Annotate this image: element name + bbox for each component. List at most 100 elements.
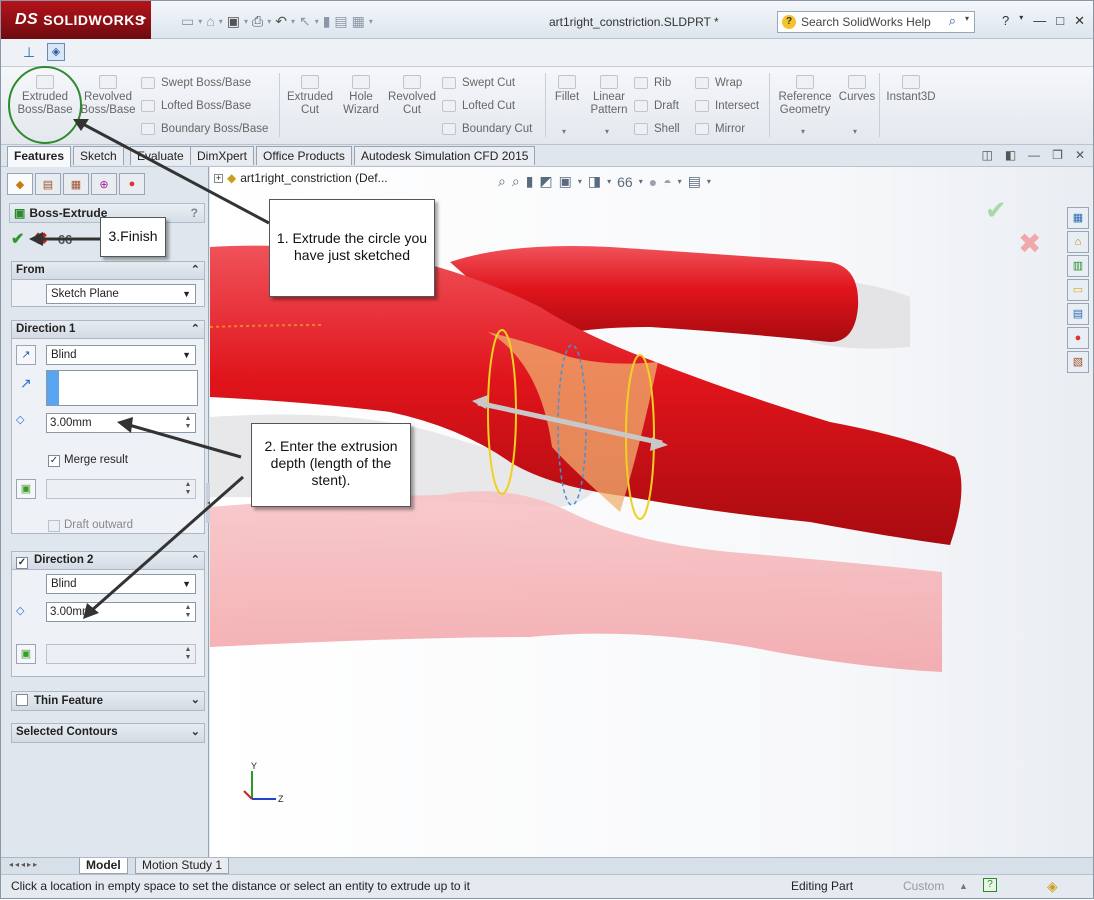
direction1-header[interactable]: Direction 1 ⌃ bbox=[12, 321, 204, 339]
rebuild-icon[interactable]: ▮ bbox=[323, 13, 331, 30]
draft-angle-input[interactable]: ▲ ▼ bbox=[46, 479, 196, 499]
rib-button[interactable]: Rib bbox=[634, 75, 671, 91]
chevron-down-icon[interactable]: ▾ bbox=[607, 177, 611, 186]
depth-input-d1[interactable]: 3.00mm ▲ ▼ bbox=[46, 413, 196, 433]
chevron-down-icon[interactable]: ▾ bbox=[198, 17, 202, 26]
display-manager-tab-icon[interactable]: ● bbox=[119, 173, 145, 195]
sketch-plane-icon[interactable]: ⊥ bbox=[23, 44, 35, 61]
chevron-down-icon[interactable]: ▾ bbox=[678, 177, 682, 186]
collapse-icon[interactable]: ⌃ bbox=[191, 262, 200, 279]
maximize-button[interactable]: □ bbox=[1056, 13, 1064, 29]
select-icon[interactable]: ↖ bbox=[299, 13, 311, 30]
tab-features[interactable]: Features bbox=[7, 146, 72, 167]
spinner-icon[interactable]: ▲ ▼ bbox=[182, 481, 194, 497]
chevron-up-icon[interactable]: ▲ bbox=[959, 875, 968, 897]
design-library-icon[interactable]: ▥ bbox=[1067, 255, 1089, 277]
appearances-icon[interactable]: ● bbox=[1067, 327, 1089, 349]
expand-icon[interactable]: ⌄ bbox=[191, 692, 200, 709]
property-manager-tab-icon[interactable]: ▤ bbox=[35, 173, 61, 195]
chevron-down-icon[interactable]: ▾ bbox=[707, 177, 711, 186]
swept-cut-button[interactable]: Swept Cut bbox=[442, 75, 515, 91]
chevron-down-icon[interactable]: ▾ bbox=[219, 17, 223, 26]
open-icon[interactable]: ⌂ bbox=[206, 13, 214, 29]
chevron-down-icon[interactable]: ▾ bbox=[315, 17, 319, 26]
revolved-cut-button[interactable]: Revolved Cut bbox=[387, 75, 437, 117]
tab-model[interactable]: Model bbox=[79, 858, 128, 874]
draft-angle-icon[interactable]: ▣ bbox=[16, 644, 36, 664]
minimize-doc-button[interactable]: — bbox=[1028, 148, 1040, 162]
spinner-icon[interactable]: ▲ ▼ bbox=[182, 415, 194, 431]
minimize-button[interactable]: — bbox=[1033, 13, 1046, 29]
chevron-down-icon[interactable]: ▾ bbox=[605, 127, 609, 136]
draft-angle-icon[interactable]: ▣ bbox=[16, 479, 36, 499]
apply-scene-icon[interactable]: ◓ bbox=[663, 174, 671, 190]
hide-show-items-icon[interactable]: 66 bbox=[617, 174, 633, 190]
close-button[interactable]: ✕ bbox=[1074, 13, 1085, 29]
tab-scroll-icon[interactable]: ◂◂◂▸▸ bbox=[9, 860, 39, 869]
file-properties-icon[interactable]: ▤ bbox=[334, 13, 347, 30]
direction-selection-box[interactable] bbox=[46, 370, 198, 406]
chevron-down-icon[interactable]: ▾ bbox=[578, 177, 582, 186]
chevron-down-icon[interactable]: ▾ bbox=[965, 14, 969, 23]
chevron-down-icon[interactable]: ▾ bbox=[244, 17, 248, 26]
confirm-ok-icon[interactable]: ✔ bbox=[985, 196, 1007, 226]
spinner-icon[interactable]: ▲ ▼ bbox=[182, 604, 194, 620]
lofted-cut-button[interactable]: Lofted Cut bbox=[442, 98, 515, 114]
help-icon[interactable]: ? bbox=[191, 206, 198, 220]
new-icon[interactable]: ▭ bbox=[181, 13, 194, 30]
edit-appearance-icon[interactable]: ● bbox=[649, 174, 657, 190]
instant3d-button[interactable]: Instant3D bbox=[883, 75, 939, 104]
thin-feature-checkbox[interactable] bbox=[16, 694, 28, 706]
depth-input-d2[interactable]: 3.00mm ▲ ▼ bbox=[46, 602, 196, 622]
end-condition-select[interactable]: Blind ▼ bbox=[46, 345, 196, 365]
configuration-manager-tab-icon[interactable]: ▦ bbox=[63, 173, 89, 195]
from-select[interactable]: Sketch Plane ▼ bbox=[46, 284, 196, 304]
tab-dimxpert[interactable]: DimXpert bbox=[190, 146, 255, 165]
zoom-to-fit-icon[interactable]: ⌕ bbox=[498, 173, 506, 190]
reference-geometry-button[interactable]: Reference Geometry bbox=[775, 75, 835, 117]
help-search-box[interactable]: ? Search SolidWorks Help ⌕ ▾ bbox=[777, 11, 975, 33]
linear-pattern-button[interactable]: Linear Pattern bbox=[589, 75, 629, 117]
intersect-button[interactable]: Intersect bbox=[695, 98, 759, 114]
custom-properties-icon[interactable]: ▧ bbox=[1067, 351, 1089, 373]
extruded-boss-button[interactable]: Extruded Boss/Base bbox=[13, 75, 77, 117]
tab-evaluate[interactable]: Evaluate bbox=[130, 146, 191, 165]
previous-view-icon[interactable]: ▮ bbox=[526, 173, 534, 190]
lofted-boss-button[interactable]: Lofted Boss/Base bbox=[141, 98, 251, 114]
dimxpert-manager-tab-icon[interactable]: ⊕ bbox=[91, 173, 117, 195]
cancel-button[interactable]: ✖ bbox=[34, 229, 47, 249]
help-menu-icon[interactable]: ? bbox=[1002, 13, 1009, 29]
tab-autodesk-simulation-cfd[interactable]: Autodesk Simulation CFD 2015 bbox=[354, 146, 536, 165]
tab-sketch[interactable]: Sketch bbox=[73, 146, 124, 165]
expand-icon[interactable]: ⌄ bbox=[191, 724, 200, 741]
chevron-down-icon[interactable]: ▾ bbox=[291, 17, 295, 26]
close-doc-button[interactable]: ✕ bbox=[1075, 148, 1085, 162]
from-header[interactable]: From ⌃ bbox=[12, 262, 204, 280]
chevron-down-icon[interactable]: ▾ bbox=[369, 17, 373, 26]
end-condition-2-select[interactable]: Blind ▼ bbox=[46, 574, 196, 594]
print-icon[interactable]: ⎙ bbox=[252, 13, 263, 30]
direction2-checkbox[interactable]: ✓ bbox=[16, 557, 28, 569]
mirror-button[interactable]: Mirror bbox=[695, 121, 745, 137]
curves-button[interactable]: Curves bbox=[837, 75, 877, 104]
restore-doc-button[interactable]: ❐ bbox=[1052, 148, 1063, 162]
file-explorer-icon[interactable]: ▭ bbox=[1067, 279, 1089, 301]
chevron-down-icon[interactable]: ▾ bbox=[801, 127, 805, 136]
extruded-cut-button[interactable]: Extruded Cut bbox=[285, 75, 335, 117]
boundary-boss-button[interactable]: Boundary Boss/Base bbox=[141, 121, 268, 137]
direction2-header[interactable]: ✓ Direction 2 ⌃ bbox=[12, 552, 204, 570]
chevron-down-icon[interactable]: ▾ bbox=[1019, 13, 1023, 29]
rebuild-status-icon[interactable]: ◈ bbox=[1047, 875, 1058, 897]
revolved-boss-button[interactable]: Revolved Boss/Base bbox=[79, 75, 137, 117]
reverse-direction-icon[interactable]: ↗ bbox=[16, 345, 36, 365]
draft-outward-checkbox[interactable] bbox=[48, 520, 60, 532]
tile-icon[interactable]: ◫ bbox=[981, 148, 992, 162]
smart-dimension-icon[interactable]: ◈ bbox=[47, 43, 65, 61]
view-palette-icon[interactable]: ▤ bbox=[1067, 303, 1089, 325]
chevron-down-icon[interactable]: ▾ bbox=[267, 17, 271, 26]
selected-contours-header[interactable]: Selected Contours ⌄ bbox=[12, 724, 204, 742]
zoom-to-area-icon[interactable]: ⌕ bbox=[512, 173, 520, 190]
section-view-icon[interactable]: ◩ bbox=[539, 173, 552, 190]
draft-button[interactable]: Draft bbox=[634, 98, 679, 114]
view-orientation-icon[interactable]: ▣ bbox=[559, 173, 572, 190]
